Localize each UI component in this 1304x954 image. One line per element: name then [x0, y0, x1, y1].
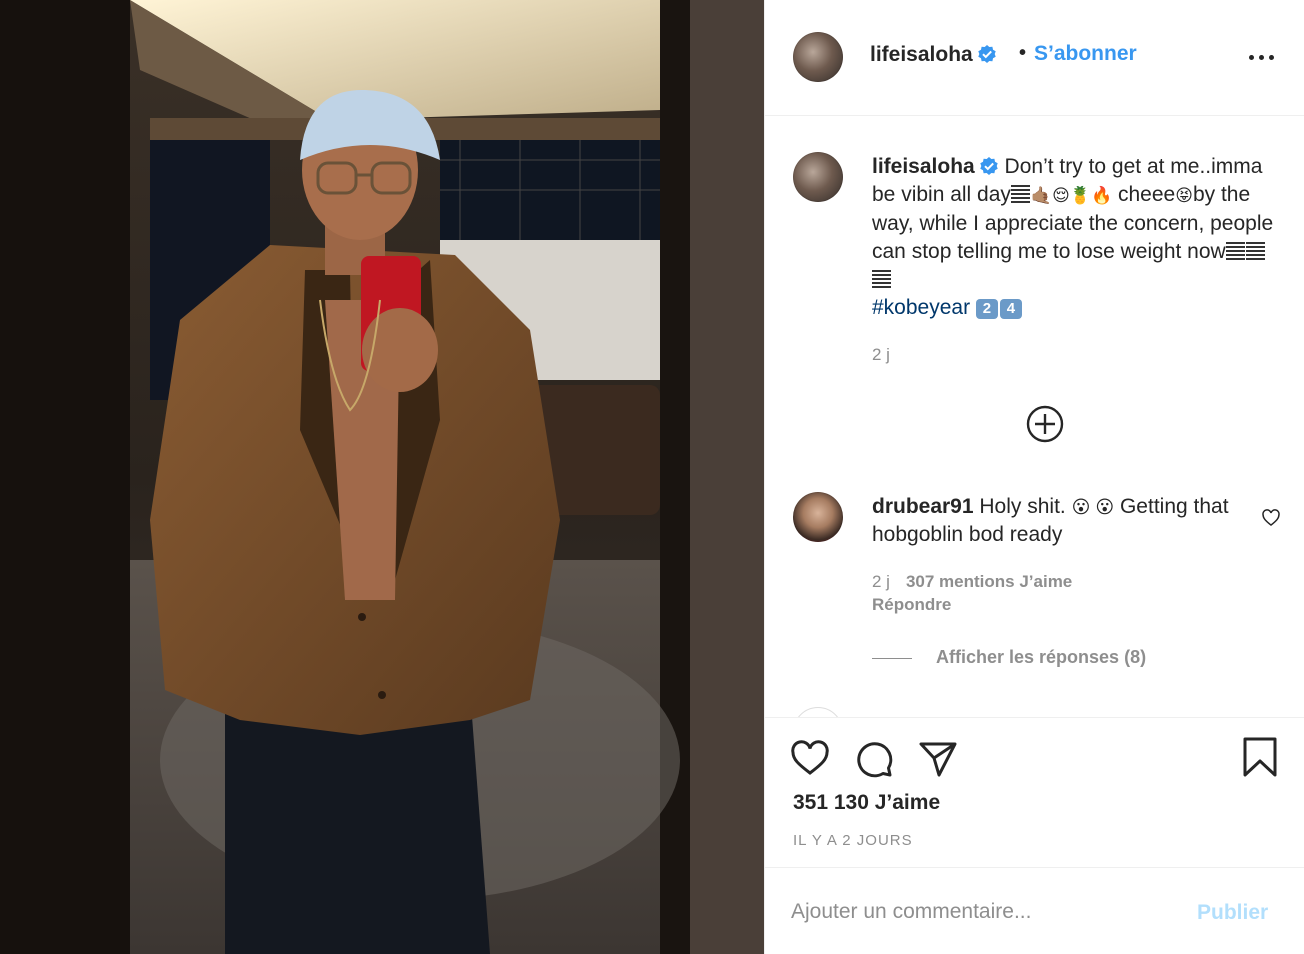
add-comment-input[interactable] — [791, 894, 1181, 930]
comment-text-part: Holy shit. — [979, 495, 1066, 518]
post-timestamp[interactable]: IL Y A 2 JOURS — [793, 832, 913, 849]
comment-like-heart-icon[interactable] — [1261, 508, 1281, 528]
comment-bubble-icon[interactable] — [853, 738, 895, 780]
caption-username[interactable]: lifeisaloha — [872, 155, 975, 178]
comment-timestamp[interactable]: 2 j — [872, 572, 890, 591]
commenter-avatar[interactable] — [793, 492, 843, 542]
replies-divider-line — [872, 657, 912, 659]
comment-emoji: 😮 😮 — [1071, 497, 1115, 517]
post-caption: lifeisaloha Don’t try to get at me..imma… — [872, 153, 1277, 322]
add-comment-section: Publier — [765, 867, 1304, 954]
keycap-emoji: 2 — [975, 299, 998, 319]
verified-badge-icon — [980, 157, 998, 175]
save-bookmark-icon[interactable] — [1239, 736, 1281, 778]
post-photo[interactable] — [0, 0, 764, 954]
caption-text-part: cheee — [1118, 183, 1176, 206]
more-options-icon[interactable] — [1249, 48, 1275, 66]
comment-likes-count[interactable]: 307 mentions J’aime — [906, 572, 1072, 591]
reply-button[interactable]: Répondre — [872, 595, 951, 615]
view-replies-button[interactable]: Afficher les réponses (8) — [872, 647, 1146, 668]
author-avatar[interactable] — [793, 32, 843, 82]
comments-scroll-area[interactable]: lifeisaloha Don’t try to get at me..imma… — [765, 117, 1304, 717]
like-heart-icon[interactable] — [789, 738, 831, 780]
header-separator: • — [1019, 42, 1027, 64]
caption-emoji: 😝 — [1175, 186, 1193, 205]
next-comment-avatar — [793, 707, 843, 717]
unsupported-glyph-icon — [1245, 242, 1265, 261]
mirror-selfie-image — [0, 0, 764, 954]
caption-author-avatar[interactable] — [793, 152, 843, 202]
unsupported-glyph-icon — [1010, 185, 1030, 204]
hashtag-link[interactable]: #kobeyear — [872, 296, 970, 319]
post-header: lifeisaloha • S’abonner — [765, 0, 1304, 116]
comment-body: drubear91 Holy shit. 😮 😮 Getting that ho… — [872, 493, 1252, 549]
follow-button[interactable]: S’abonner — [1034, 42, 1137, 66]
publish-button[interactable]: Publier — [1197, 901, 1268, 925]
keycap-emoji: 4 — [999, 299, 1022, 319]
caption-emoji: 🤙🏽😌🍍🔥 — [1030, 186, 1113, 205]
post-actions: 351 130 J’aime IL Y A 2 JOURS — [765, 717, 1304, 867]
unsupported-glyph-icon — [1225, 242, 1245, 261]
comment-meta: 2 j 307 mentions J’aime — [872, 572, 1072, 592]
share-paper-plane-icon[interactable] — [917, 738, 959, 780]
view-replies-label: Afficher les réponses (8) — [936, 647, 1147, 667]
commenter-username[interactable]: drubear91 — [872, 495, 974, 518]
author-username-row[interactable]: lifeisaloha — [870, 43, 997, 67]
caption-timestamp[interactable]: 2 j — [872, 345, 890, 365]
author-username[interactable]: lifeisaloha — [870, 43, 973, 66]
unsupported-glyph-icon — [872, 270, 891, 289]
verified-badge-icon — [978, 45, 996, 63]
post-likes-count[interactable]: 351 130 J’aime — [793, 791, 940, 815]
post-detail-panel: lifeisaloha • S’abonner lifeisaloha Don’… — [764, 0, 1304, 954]
load-more-comments-icon[interactable] — [1025, 404, 1065, 444]
